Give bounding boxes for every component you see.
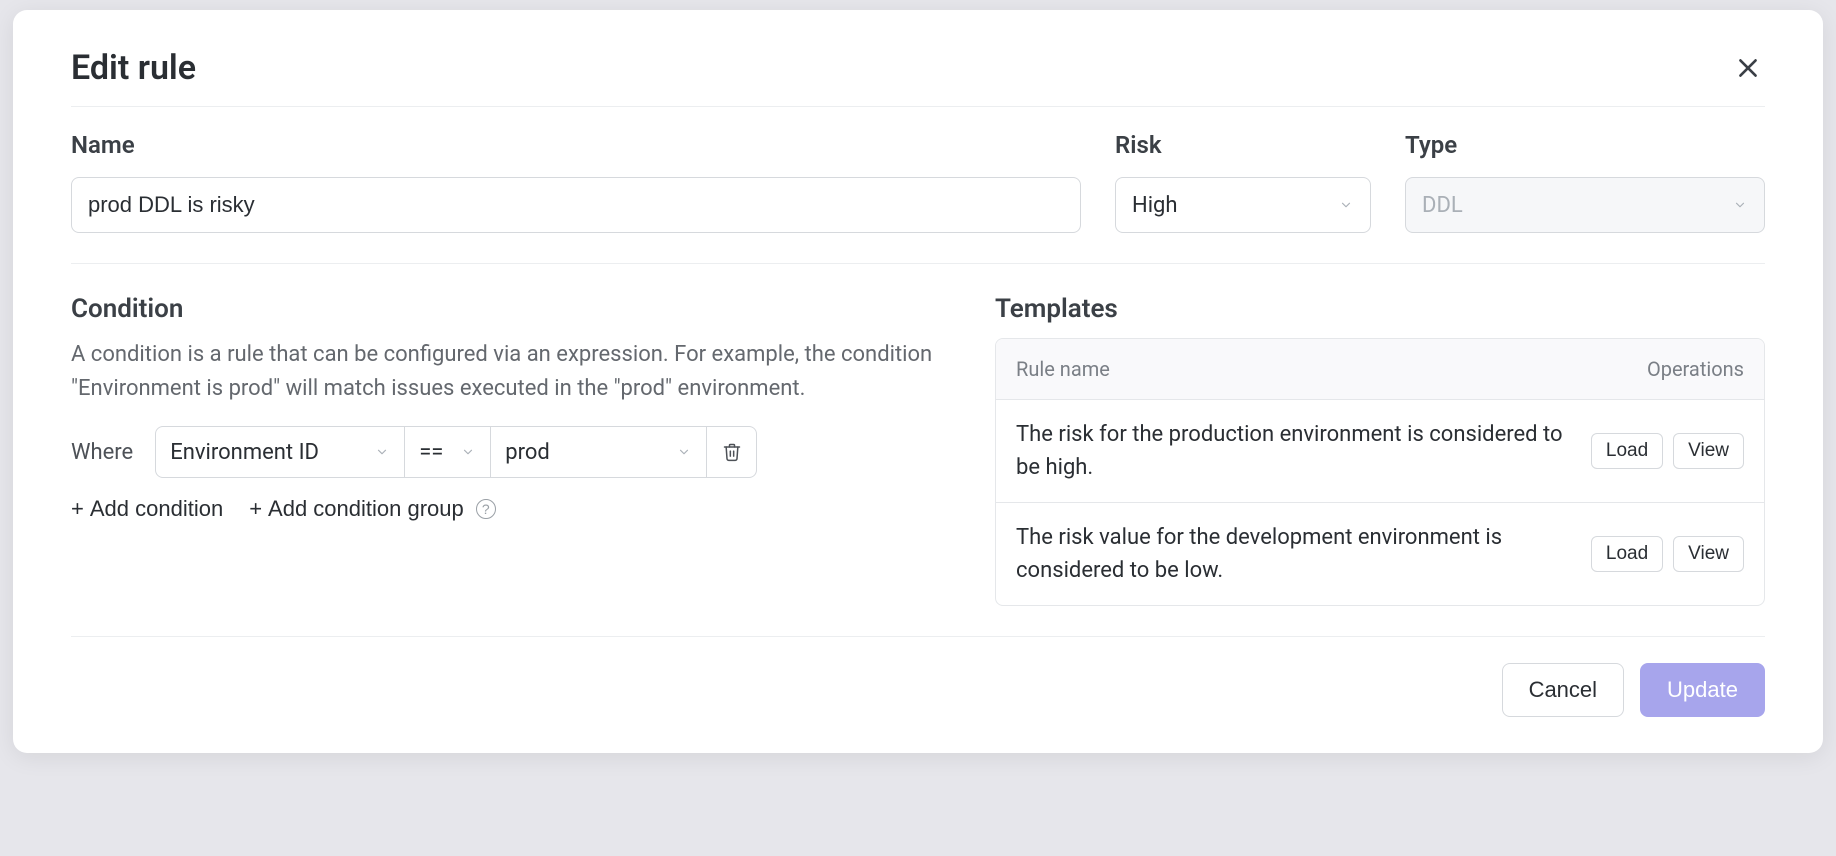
templates-section: Templates Rule name Operations The risk … — [995, 294, 1765, 606]
templates-table-header: Rule name Operations — [996, 339, 1764, 400]
risk-label: Risk — [1115, 131, 1371, 159]
view-button[interactable]: View — [1673, 433, 1744, 469]
where-label: Where — [71, 440, 133, 465]
plus-icon: + — [249, 496, 262, 522]
type-select: DDL — [1405, 177, 1765, 233]
view-button[interactable]: View — [1673, 536, 1744, 572]
help-icon: ? — [476, 499, 496, 519]
edit-rule-modal: Edit rule Name Risk High — [13, 10, 1823, 753]
condition-operator-select[interactable]: == — [405, 426, 491, 478]
chevron-down-icon — [374, 444, 390, 460]
condition-operator-value: == — [419, 440, 443, 465]
templates-header-rule-name: Rule name — [1016, 357, 1584, 381]
chevron-down-icon — [460, 444, 476, 460]
load-button[interactable]: Load — [1591, 433, 1663, 469]
template-operations: Load View — [1591, 536, 1744, 572]
plus-icon: + — [71, 496, 84, 522]
close-icon — [1735, 55, 1761, 81]
modal-title: Edit rule — [71, 48, 196, 88]
template-name: The risk for the production environment … — [1016, 418, 1575, 484]
chevron-down-icon — [1732, 197, 1748, 213]
risk-field: Risk High — [1115, 131, 1371, 233]
name-field: Name — [71, 131, 1081, 233]
templates-table: Rule name Operations The risk for the pr… — [995, 338, 1765, 606]
type-value: DDL — [1422, 193, 1463, 218]
condition-title: Condition — [71, 294, 935, 324]
chevron-down-icon — [1338, 197, 1354, 213]
add-row: + Add condition + Add condition group ? — [71, 496, 935, 522]
condition-description: A condition is a rule that can be config… — [71, 338, 935, 406]
add-condition-label: Add condition — [90, 496, 223, 522]
delete-condition-button[interactable] — [707, 426, 757, 478]
trash-icon — [722, 442, 742, 462]
modal-footer: Cancel Update — [71, 637, 1765, 717]
risk-value: High — [1132, 193, 1178, 218]
template-row: The risk for the production environment … — [996, 400, 1764, 503]
templates-title: Templates — [995, 294, 1765, 324]
risk-select[interactable]: High — [1115, 177, 1371, 233]
add-condition-button[interactable]: + Add condition — [71, 496, 223, 522]
body-row: Condition A condition is a rule that can… — [71, 264, 1765, 637]
type-field: Type DDL — [1405, 131, 1765, 233]
condition-field-select[interactable]: Environment ID — [155, 426, 405, 478]
load-button[interactable]: Load — [1591, 536, 1663, 572]
update-button[interactable]: Update — [1640, 663, 1765, 717]
add-condition-group-label: Add condition group — [268, 496, 464, 522]
template-row: The risk value for the development envir… — [996, 503, 1764, 605]
condition-section: Condition A condition is a rule that can… — [71, 294, 935, 606]
condition-value-text: prod — [505, 440, 550, 465]
add-condition-group-button[interactable]: + Add condition group ? — [249, 496, 496, 522]
condition-value-select[interactable]: prod — [491, 426, 707, 478]
condition-field-value: Environment ID — [170, 440, 319, 465]
template-name: The risk value for the development envir… — [1016, 521, 1575, 587]
modal-header: Edit rule — [71, 48, 1765, 107]
condition-row: Where Environment ID == pro — [71, 426, 935, 478]
close-button[interactable] — [1731, 51, 1765, 85]
type-label: Type — [1405, 131, 1765, 159]
name-input[interactable] — [71, 177, 1081, 233]
template-operations: Load View — [1591, 433, 1744, 469]
templates-header-operations: Operations — [1584, 357, 1744, 381]
cancel-button[interactable]: Cancel — [1502, 663, 1624, 717]
name-label: Name — [71, 131, 1081, 159]
top-fields-row: Name Risk High Type DDL — [71, 107, 1765, 264]
chevron-down-icon — [676, 444, 692, 460]
